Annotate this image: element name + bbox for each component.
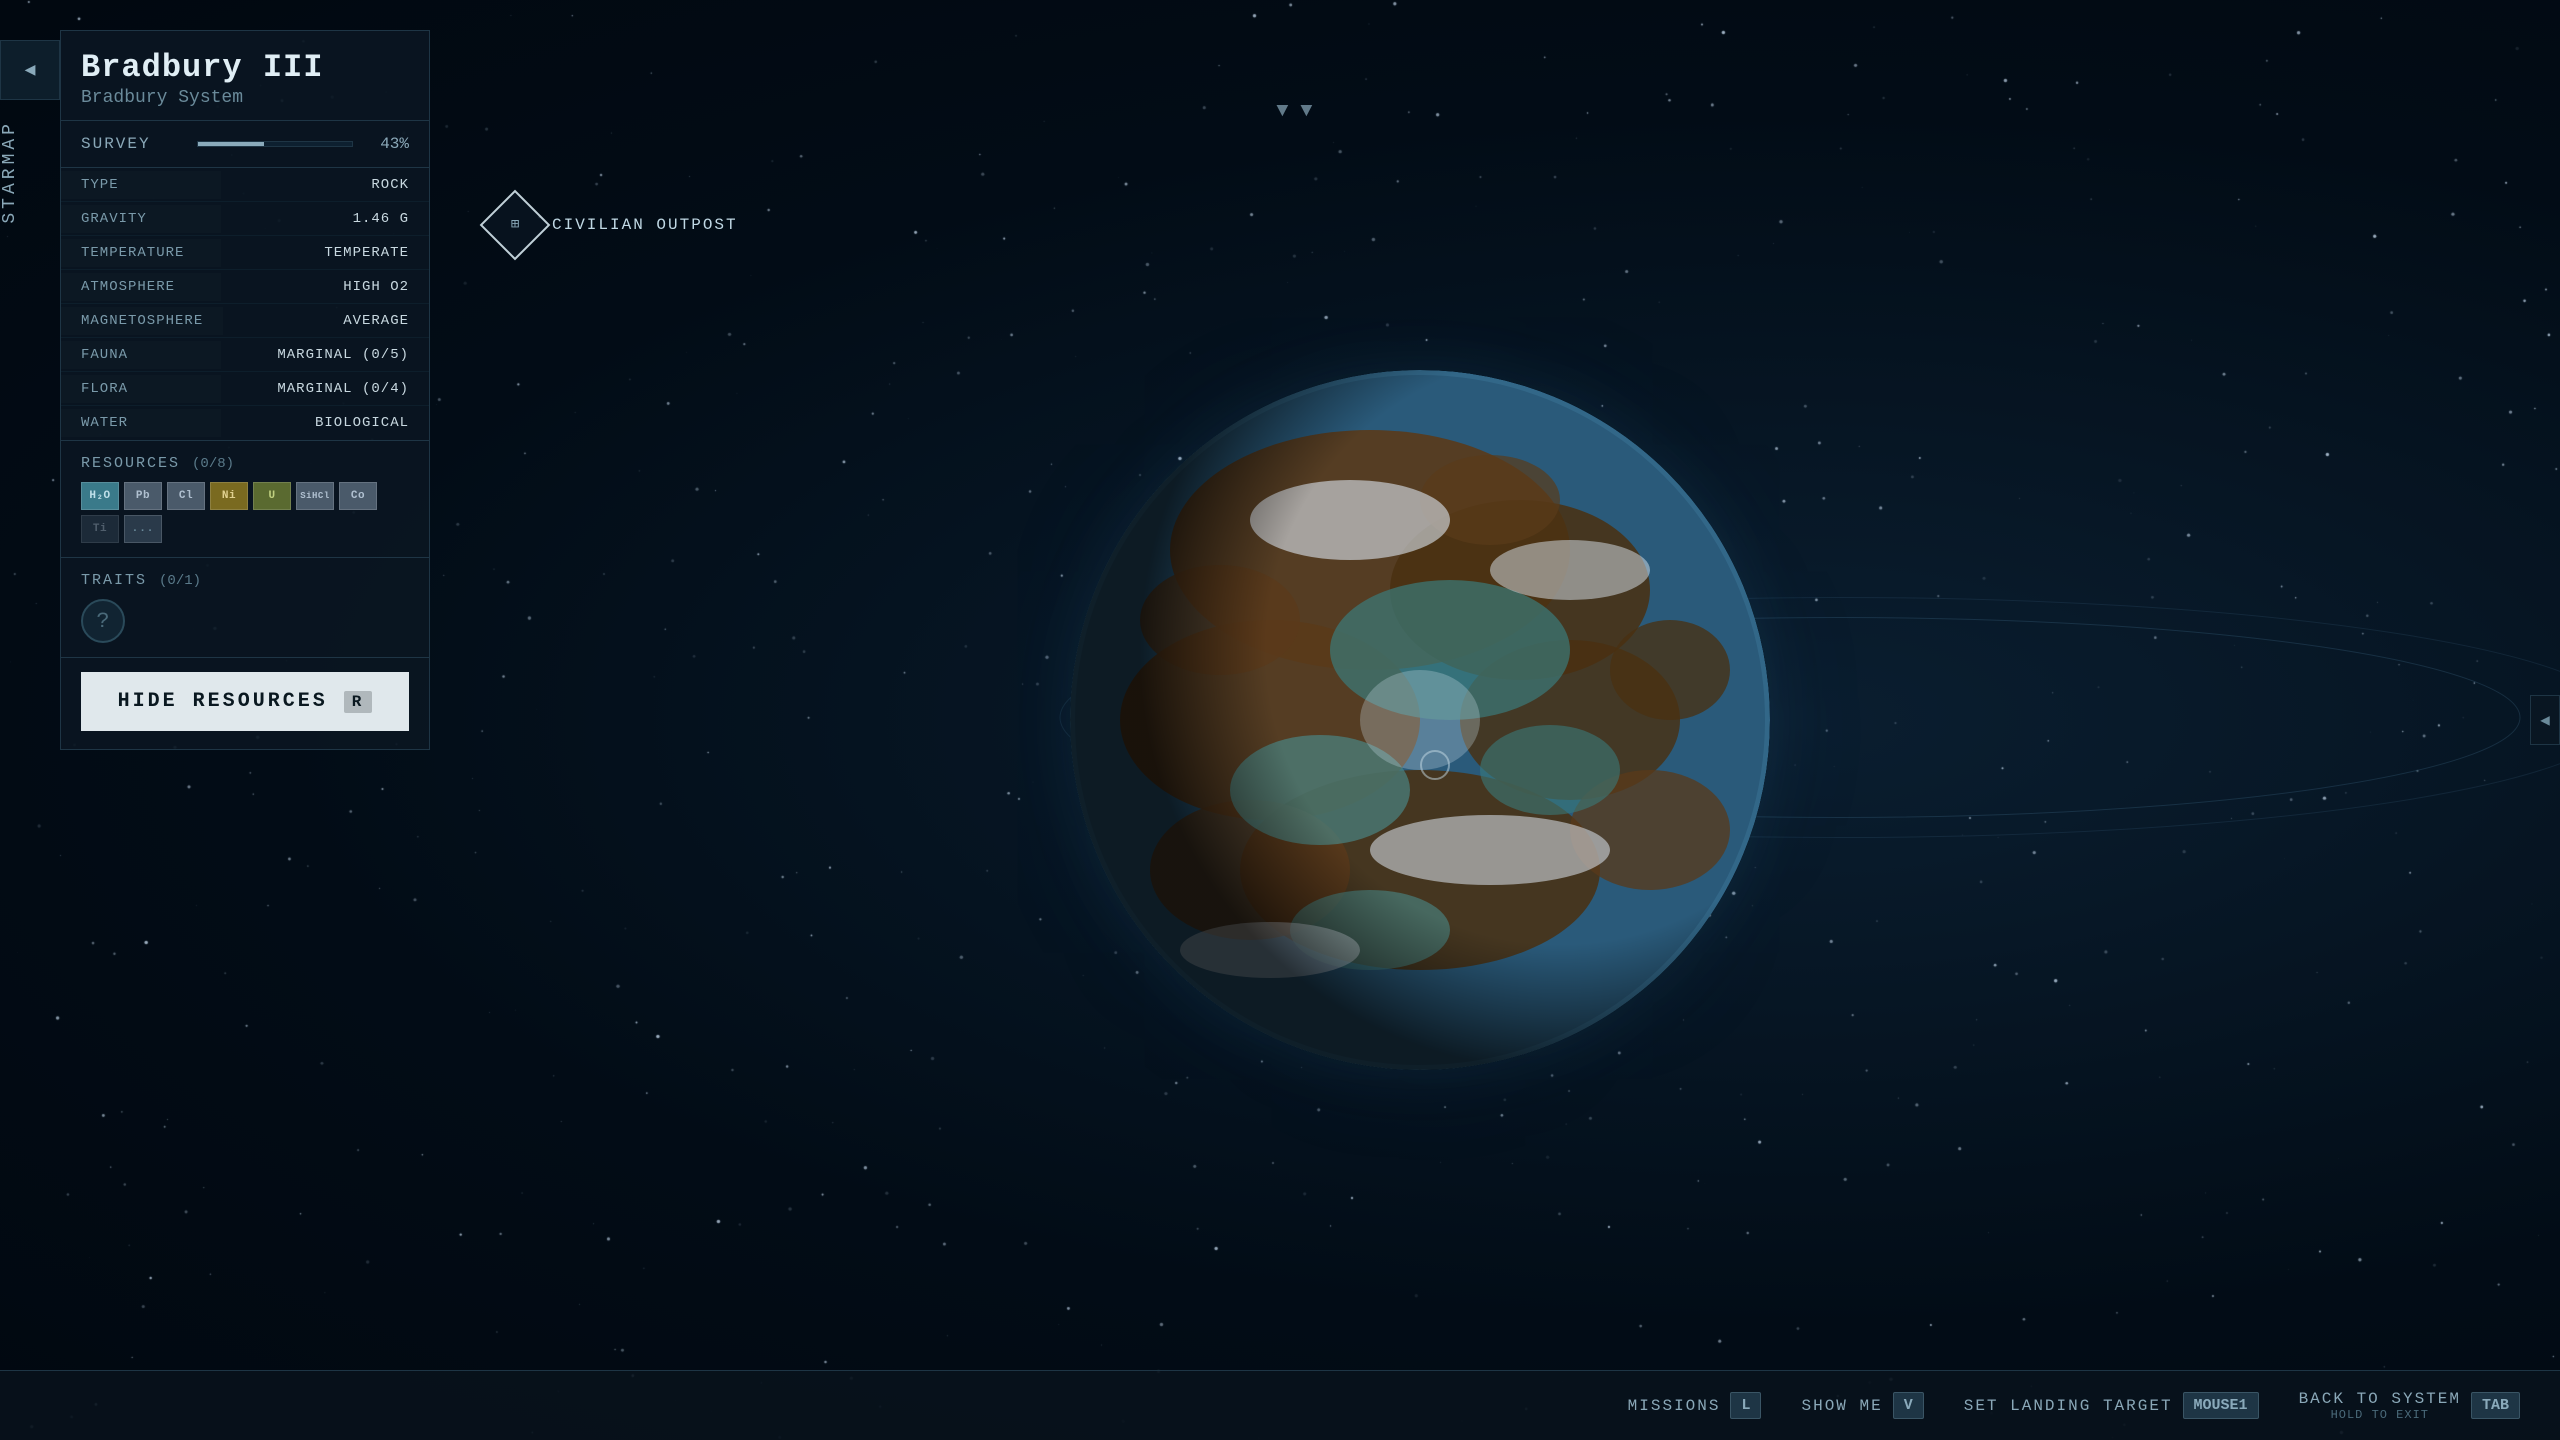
resources-section: RESOURCES (0/8) H₂OPbClNiUSiHClCo Ti...	[61, 441, 429, 558]
stat-value: HIGH O2	[221, 273, 429, 301]
survey-progress-bar	[197, 141, 353, 147]
back-to-system-action[interactable]: BACK TO SYSTEM HOLD TO EXIT TAB	[2299, 1390, 2520, 1422]
resource-badge[interactable]: H₂O	[81, 482, 119, 510]
stats-section: TYPE ROCK GRAVITY 1.46 G TEMPERATURE TEM…	[61, 168, 429, 441]
stat-row: GRAVITY 1.46 G	[61, 202, 429, 236]
survey-section: SURVEY 43%	[61, 121, 429, 168]
resource-badge[interactable]: ...	[124, 515, 162, 543]
survey-bar-fill	[198, 142, 264, 146]
back-to-system-sublabel: HOLD TO EXIT	[2331, 1408, 2429, 1422]
resource-badge[interactable]: Pb	[124, 482, 162, 510]
hide-resources-label: HIDE RESOURCES	[118, 690, 328, 713]
arrow-left-icon: ▼	[1276, 100, 1288, 123]
stat-row: TYPE ROCK	[61, 168, 429, 202]
right-arrow-icon: ◀	[2540, 710, 2550, 730]
resources-header: RESOURCES (0/8)	[81, 455, 409, 472]
traits-section: TRAITS (0/1) ?	[61, 558, 429, 658]
set-landing-label: SET LANDING TARGET	[1964, 1397, 2173, 1415]
civilian-outpost-marker[interactable]: ⊞ CIVILIAN OUTPOST	[490, 200, 738, 250]
stat-value: 1.46 G	[221, 205, 429, 233]
starmap-label: STARMAP	[0, 100, 60, 244]
missions-key: L	[1730, 1392, 1761, 1419]
back-to-system-label: BACK TO SYSTEM	[2299, 1390, 2461, 1408]
stat-row: WATER BIOLOGICAL	[61, 406, 429, 440]
traits-title: TRAITS	[81, 572, 147, 589]
right-collapse-arrow[interactable]: ◀	[2530, 695, 2560, 745]
resource-badge[interactable]: Ni	[210, 482, 248, 510]
set-landing-key: MOUSE1	[2183, 1392, 2259, 1419]
traits-header: TRAITS (0/1)	[81, 572, 409, 589]
stat-label: FLORA	[61, 375, 221, 403]
planet-surface-svg	[1070, 370, 1770, 1070]
outpost-diamond-icon[interactable]: ⊞	[480, 190, 551, 261]
stat-value: AVERAGE	[223, 307, 429, 335]
missions-action[interactable]: MISSIONS L	[1628, 1392, 1762, 1419]
stat-label: WATER	[61, 409, 221, 437]
set-landing-action[interactable]: SET LANDING TARGET MOUSE1	[1964, 1392, 2259, 1419]
survey-percent: 43%	[369, 135, 409, 153]
sidebar-collapse-button[interactable]: ◀	[0, 40, 60, 100]
stat-label: MAGNETOSPHERE	[61, 307, 223, 335]
panel-header: Bradbury III Bradbury System	[61, 31, 429, 121]
outpost-label: CIVILIAN OUTPOST	[552, 216, 738, 234]
stat-row: FLORA MARGINAL (0/4)	[61, 372, 429, 406]
missions-label: MISSIONS	[1628, 1397, 1721, 1415]
stat-value: TEMPERATE	[221, 239, 429, 267]
survey-label: SURVEY	[81, 135, 181, 153]
planet-container	[1070, 370, 1770, 1070]
resource-badge[interactable]: U	[253, 482, 291, 510]
resources-count: (0/8)	[192, 456, 234, 472]
back-to-system-labels: BACK TO SYSTEM HOLD TO EXIT	[2299, 1390, 2461, 1422]
resources-title: RESOURCES	[81, 455, 180, 472]
stat-row: FAUNA MARGINAL (0/5)	[61, 338, 429, 372]
stat-value: MARGINAL (0/4)	[221, 375, 429, 403]
landing-cursor	[1420, 750, 1450, 780]
stat-label: TEMPERATURE	[61, 239, 221, 267]
resource-badge[interactable]: Ti	[81, 515, 119, 543]
top-navigation-arrows: ▼ ▼	[1276, 100, 1312, 123]
show-me-label: SHOW ME	[1801, 1397, 1882, 1415]
trait-unknown-button[interactable]: ?	[81, 599, 125, 643]
show-me-action[interactable]: SHOW ME V	[1801, 1392, 1923, 1419]
stat-label: FAUNA	[61, 341, 221, 369]
planet-name: Bradbury III	[81, 49, 409, 86]
system-name: Bradbury System	[81, 88, 409, 108]
arrow-right-icon: ▼	[1300, 100, 1312, 123]
resources-list: H₂OPbClNiUSiHClCo Ti...	[81, 482, 409, 543]
show-me-key: V	[1893, 1392, 1924, 1419]
stat-row: TEMPERATURE TEMPERATE	[61, 236, 429, 270]
stat-row: ATMOSPHERE HIGH O2	[61, 270, 429, 304]
resource-badge[interactable]: Co	[339, 482, 377, 510]
info-panel: Bradbury III Bradbury System SURVEY 43% …	[60, 30, 430, 750]
stat-value: MARGINAL (0/5)	[221, 341, 429, 369]
stat-value: ROCK	[221, 171, 429, 199]
bottom-bar: MISSIONS L SHOW ME V SET LANDING TARGET …	[0, 1370, 2560, 1440]
stat-row: MAGNETOSPHERE AVERAGE	[61, 304, 429, 338]
outpost-icon-inner: ⊞	[511, 218, 519, 232]
stat-label: ATMOSPHERE	[61, 273, 221, 301]
hide-resources-button[interactable]: HIDE RESOURCES R	[81, 672, 409, 731]
stat-label: GRAVITY	[61, 205, 221, 233]
resource-badge[interactable]: Cl	[167, 482, 205, 510]
collapse-arrow-icon: ◀	[25, 59, 36, 81]
hide-resources-key-badge: R	[344, 691, 373, 713]
back-to-system-key: TAB	[2471, 1392, 2520, 1419]
resource-badge[interactable]: SiHCl	[296, 482, 334, 510]
planet	[1070, 370, 1770, 1070]
stat-label: TYPE	[61, 171, 221, 199]
traits-count: (0/1)	[159, 573, 201, 589]
stat-value: BIOLOGICAL	[221, 409, 429, 437]
